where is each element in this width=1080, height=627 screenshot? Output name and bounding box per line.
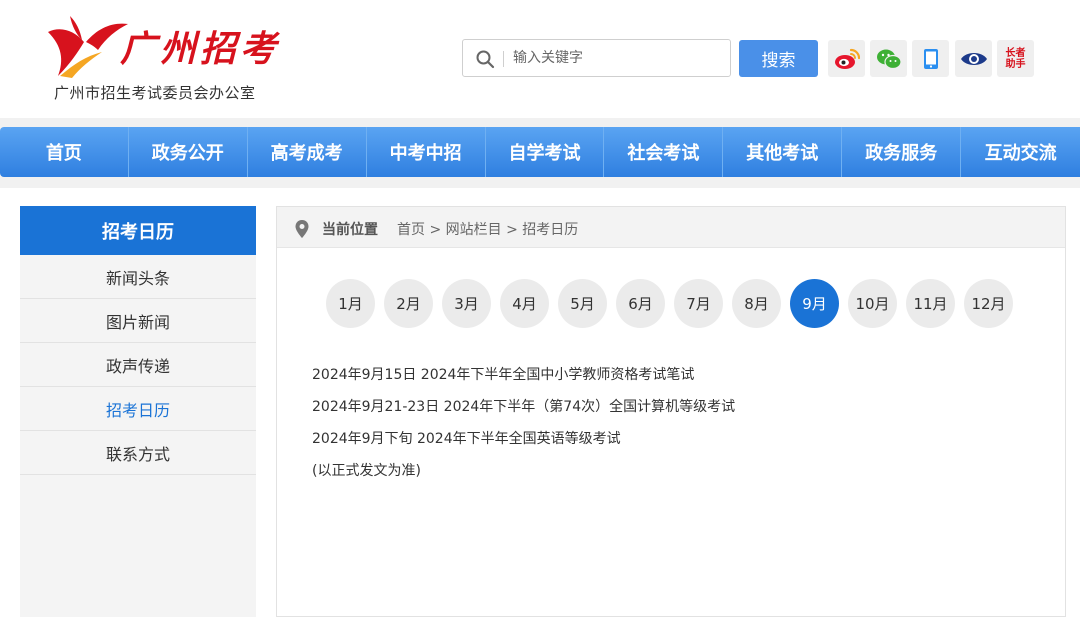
nav-item-gov-service[interactable]: 政务服务 <box>842 127 962 177</box>
nav-item-social-exam[interactable]: 社会考试 <box>604 127 724 177</box>
sidebar-item-contact[interactable]: 联系方式 <box>20 431 256 475</box>
search-box <box>462 39 731 77</box>
breadcrumb-label: 当前位置 <box>322 222 378 238</box>
weibo-button[interactable] <box>828 40 865 77</box>
location-pin-icon <box>295 220 309 238</box>
nav-item-self-study[interactable]: 自学考试 <box>486 127 605 177</box>
event-item: 2024年9月21-23日 2024年下半年（第74次）全国计算机等级考试 <box>312 399 736 415</box>
breadcrumb-path[interactable]: 首页 > 网站栏目 > 招考日历 <box>397 219 578 239</box>
search-icon[interactable] <box>475 49 495 69</box>
month-button-9[interactable]: 9月 <box>790 279 839 328</box>
site-logo[interactable]: 广州招考 广州市招生考试委员会办公室 <box>40 10 280 106</box>
event-item: 2024年9月15日 2024年下半年全国中小学教师资格考试笔试 <box>312 367 695 383</box>
elder-helper-button[interactable]: 长者助手 <box>997 40 1034 77</box>
month-button-6[interactable]: 6月 <box>616 279 665 328</box>
month-button-11[interactable]: 11月 <box>906 279 955 328</box>
month-button-4[interactable]: 4月 <box>500 279 549 328</box>
logo-subtitle: 广州市招生考试委员会办公室 <box>54 84 256 102</box>
sidebar-item-headlines[interactable]: 新闻头条 <box>20 255 256 299</box>
breadcrumb: 当前位置 首页 > 网站栏目 > 招考日历 <box>277 207 1065 248</box>
nav-item-other-exam[interactable]: 其他考试 <box>723 127 843 177</box>
content-panel: 当前位置 首页 > 网站栏目 > 招考日历 1月 2月 3月 4月 5月 6月 … <box>276 206 1066 617</box>
sidebar-item-photo-news[interactable]: 图片新闻 <box>20 299 256 343</box>
mobile-button[interactable] <box>912 40 949 77</box>
month-button-7[interactable]: 7月 <box>674 279 723 328</box>
month-button-12[interactable]: 12月 <box>964 279 1013 328</box>
logo-flame-icon <box>48 16 128 78</box>
event-item: 2024年9月下旬 2024年下半年全国英语等级考试 <box>312 431 621 447</box>
month-button-3[interactable]: 3月 <box>442 279 491 328</box>
month-button-2[interactable]: 2月 <box>384 279 433 328</box>
month-button-10[interactable]: 10月 <box>848 279 897 328</box>
search-separator <box>503 51 504 67</box>
search-input[interactable] <box>513 40 723 76</box>
nav-item-zhongkao[interactable]: 中考中招 <box>367 127 486 177</box>
weibo-icon <box>834 48 860 69</box>
main-nav: 首页 政务公开 高考成考 中考中招 自学考试 社会考试 其他考试 政务服务 互动… <box>0 127 1080 177</box>
sidebar-item-announcements[interactable]: 政声传递 <box>20 343 256 387</box>
nav-item-home[interactable]: 首页 <box>0 127 129 177</box>
elder-helper-icon: 长者助手 <box>1005 47 1026 70</box>
wechat-icon <box>876 49 902 69</box>
sidebar-item-exam-calendar[interactable]: 招考日历 <box>20 387 256 431</box>
site-header: 广州招考 广州市招生考试委员会办公室 搜索 <box>0 0 1080 118</box>
sidebar-title: 招考日历 <box>20 206 256 255</box>
sidebar: 招考日历 新闻头条 图片新闻 政声传递 招考日历 联系方式 <box>20 206 256 617</box>
logo-title: 广州招考 <box>120 28 281 70</box>
month-selector: 1月 2月 3月 4月 5月 6月 7月 8月 9月 10月 11月 12月 <box>326 279 1022 328</box>
nav-item-gaokao[interactable]: 高考成考 <box>248 127 367 177</box>
event-note: (以正式发文为准) <box>312 463 421 479</box>
event-list: 2024年9月15日 2024年下半年全国中小学教师资格考试笔试 2024年9月… <box>312 365 735 493</box>
nav-item-interaction[interactable]: 互动交流 <box>961 127 1080 177</box>
accessibility-button[interactable] <box>955 40 992 77</box>
month-button-5[interactable]: 5月 <box>558 279 607 328</box>
nav-item-gov-info[interactable]: 政务公开 <box>129 127 248 177</box>
month-button-8[interactable]: 8月 <box>732 279 781 328</box>
mobile-icon <box>923 48 938 69</box>
month-button-1[interactable]: 1月 <box>326 279 375 328</box>
search-button[interactable]: 搜索 <box>739 40 818 77</box>
wechat-button[interactable] <box>870 40 907 77</box>
eye-icon <box>960 52 987 65</box>
